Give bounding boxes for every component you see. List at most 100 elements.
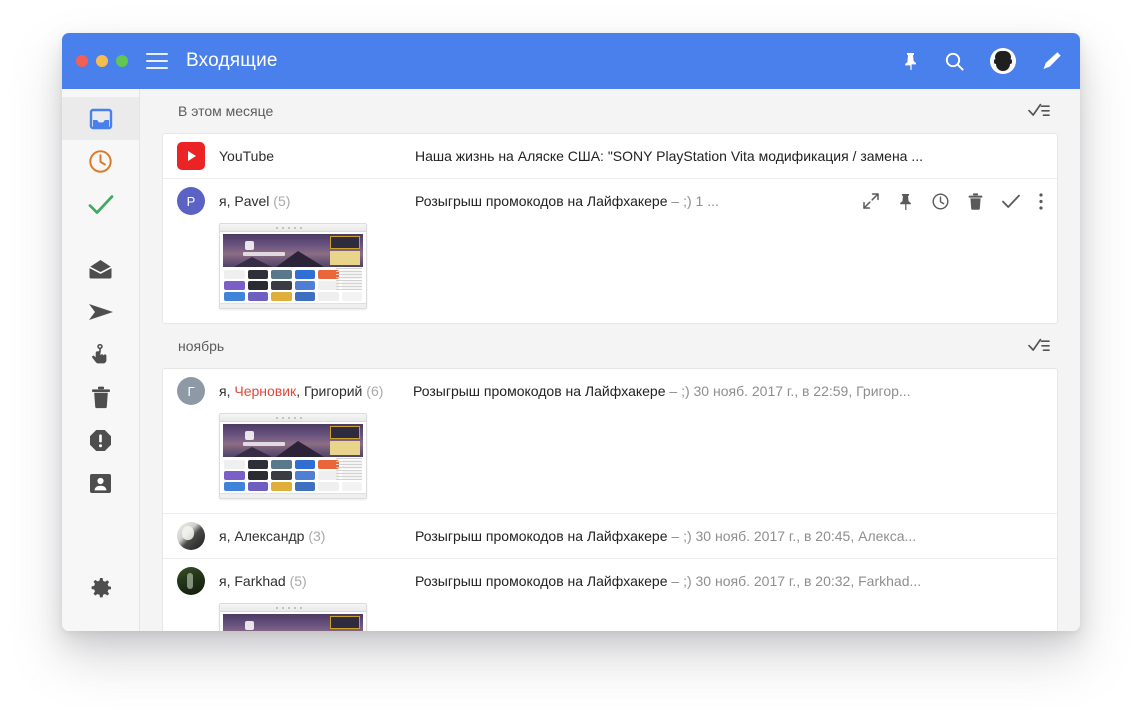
sidebar-item-drafts[interactable] — [62, 247, 139, 290]
subject-column: Розыгрыш промокодов на Лайфхакере – ;) 1… — [415, 193, 847, 209]
hand-string-icon — [91, 343, 106, 363]
sender-column: P я, Pavel (5) — [177, 187, 401, 215]
sender-column: YouTube — [177, 142, 401, 170]
trash-icon — [91, 386, 110, 409]
sidebar-item-snoozed[interactable] — [62, 140, 139, 183]
sender-column: Г я, Черновик, Григорий (6) — [177, 377, 409, 405]
avatar — [177, 142, 205, 170]
subject-column: Розыгрыш промокодов на Лайфхакере – ;) 3… — [415, 573, 1043, 589]
thumb-titlebar — [220, 414, 366, 422]
done-check-icon[interactable] — [1002, 194, 1020, 209]
table-row[interactable]: я, Александр (3) Розыгрыш промокодов на … — [163, 514, 1057, 559]
attachment-thumbnail-wrap — [177, 413, 1043, 513]
account-avatar[interactable] — [990, 48, 1016, 74]
row-content: я, Farkhad (5) Розыгрыш промокодов на Ла… — [177, 559, 1043, 603]
thumb-footer — [220, 303, 366, 308]
row-content: я, Александр (3) Розыгрыш промокодов на … — [177, 514, 1043, 558]
mark-all-read-icon[interactable] — [1028, 338, 1056, 354]
avatar-photo — [177, 567, 205, 595]
thumb-titlebar — [220, 604, 366, 612]
sender-name: я, Черновик, Григорий (6) — [219, 383, 383, 399]
attachment-thumbnail[interactable] — [219, 223, 367, 309]
thread-count: (5) — [289, 573, 307, 589]
attachment-thumbnail[interactable] — [219, 413, 367, 499]
avatar: Г — [177, 377, 205, 405]
sidebar-item-spam[interactable] — [62, 419, 139, 462]
sidebar-divider — [62, 226, 139, 247]
table-row[interactable]: я, Farkhad (5) Розыгрыш промокодов на Ла… — [163, 559, 1057, 631]
sender-name: я, Farkhad (5) — [219, 573, 307, 589]
check-icon — [88, 194, 113, 214]
snooze-clock-icon[interactable] — [932, 192, 949, 210]
thumb-titlebar — [220, 224, 366, 232]
group-header-november: ноябрь — [162, 324, 1058, 368]
subject-text: Розыгрыш промокодов на Лайфхакере — [415, 573, 668, 589]
row-hover-actions — [859, 192, 1043, 210]
subject-column: Розыгрыш промокодов на Лайфхакере – ;) 3… — [415, 528, 1043, 544]
pin-icon[interactable] — [902, 52, 919, 70]
sender-label: я, Александр — [219, 528, 305, 544]
table-row[interactable]: YouTube Наша жизнь на Аляске США: "SONY … — [163, 134, 1057, 179]
sender-label: я, Pavel — [219, 193, 270, 209]
attachment-thumbnail[interactable] — [219, 603, 367, 631]
thread-count: (3) — [308, 528, 326, 544]
sender-name: я, Pavel (5) — [219, 193, 290, 209]
sidebar-item-trash[interactable] — [62, 376, 139, 419]
row-content: YouTube Наша жизнь на Аляске США: "SONY … — [177, 134, 1043, 178]
sidebar-item-done[interactable] — [62, 183, 139, 226]
sender-column: я, Александр (3) — [177, 522, 401, 550]
group-header-this-month: В этом месяце — [162, 89, 1058, 133]
youtube-play-icon — [188, 151, 196, 161]
sidebar-item-sent[interactable] — [62, 290, 139, 333]
warning-octagon-icon — [90, 430, 111, 451]
avatar-photo — [177, 522, 205, 550]
contact-card-icon — [90, 474, 111, 493]
subject-text: Наша жизнь на Аляске США: "SONY PlayStat… — [415, 148, 924, 164]
avatar: P — [177, 187, 205, 215]
title-bar: Входящие — [62, 33, 1080, 89]
search-icon[interactable] — [945, 52, 964, 71]
compose-pencil-icon[interactable] — [1042, 51, 1062, 71]
sidebar-item-contacts[interactable] — [62, 462, 139, 505]
sender-prefix: я, — [219, 383, 235, 399]
close-button[interactable] — [76, 55, 88, 67]
snippet-text: – ;) 30 нояб. 2017 г., в 20:45, Алекса..… — [667, 528, 917, 544]
page-title: Входящие — [186, 50, 278, 71]
window-body: В этом месяце YouTube Наша жизнь на Аляс… — [62, 89, 1080, 631]
draft-badge: Черновик — [234, 383, 297, 399]
thumb-footer — [220, 493, 366, 498]
message-card-this-month: YouTube Наша жизнь на Аляске США: "SONY … — [162, 133, 1058, 324]
zoom-button[interactable] — [116, 55, 128, 67]
sender-label: YouTube — [219, 148, 275, 164]
mark-all-read-icon[interactable] — [1028, 103, 1056, 119]
table-row[interactable]: P я, Pavel (5) Розыгрыш промокодов на Ла… — [163, 179, 1057, 323]
sidebar-item-reminders[interactable] — [62, 333, 139, 376]
hamburger-icon[interactable] — [146, 53, 168, 69]
trash-icon[interactable] — [968, 192, 983, 210]
group-title: В этом месяце — [178, 103, 274, 119]
more-menu-icon[interactable] — [1039, 192, 1043, 210]
thread-count: (6) — [366, 383, 384, 399]
avatar-initial: P — [186, 193, 196, 209]
pin-icon[interactable] — [898, 193, 913, 210]
sidebar-item-settings[interactable] — [62, 566, 139, 609]
attachment-thumbnail-wrap — [177, 223, 1043, 323]
row-content: Г я, Черновик, Григорий (6) Розыгрыш про… — [177, 369, 1043, 413]
avatar-initial: Г — [187, 383, 195, 399]
table-row[interactable]: Г я, Черновик, Григорий (6) Розыгрыш про… — [163, 369, 1057, 514]
sender-suffix: , Григорий — [296, 383, 363, 399]
inbox-icon — [89, 108, 112, 129]
subject-text: Розыгрыш промокодов на Лайфхакере — [415, 193, 668, 209]
minimize-button[interactable] — [96, 55, 108, 67]
titlebar-actions — [902, 48, 1062, 74]
sender-label: я, Farkhad — [219, 573, 286, 589]
sidebar-item-inbox[interactable] — [62, 97, 139, 140]
mail-list[interactable]: В этом месяце YouTube Наша жизнь на Аляс… — [140, 89, 1080, 631]
expand-icon[interactable] — [863, 193, 879, 209]
thumb-hero-image — [223, 424, 363, 457]
group-title: ноябрь — [178, 338, 225, 354]
snippet-text: – ;) 30 нояб. 2017 г., в 22:59, Григор..… — [665, 383, 911, 399]
row-content: P я, Pavel (5) Розыгрыш промокодов на Ла… — [177, 179, 1043, 223]
sender-name: YouTube — [219, 148, 274, 164]
gear-icon — [91, 577, 111, 597]
